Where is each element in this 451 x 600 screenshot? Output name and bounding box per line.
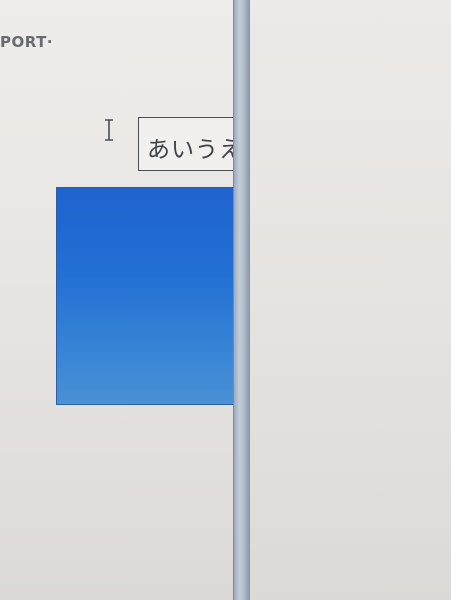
text-box-value: あいうえ — [147, 137, 243, 163]
side-panel — [247, 0, 451, 600]
splitter-divider[interactable] — [233, 0, 250, 600]
document-canvas[interactable]: PORT· あいうえ — [0, 0, 258, 600]
text-cursor-icon — [103, 118, 115, 142]
blue-rectangle-shape[interactable] — [56, 187, 236, 405]
header-label: PORT· — [0, 33, 54, 51]
